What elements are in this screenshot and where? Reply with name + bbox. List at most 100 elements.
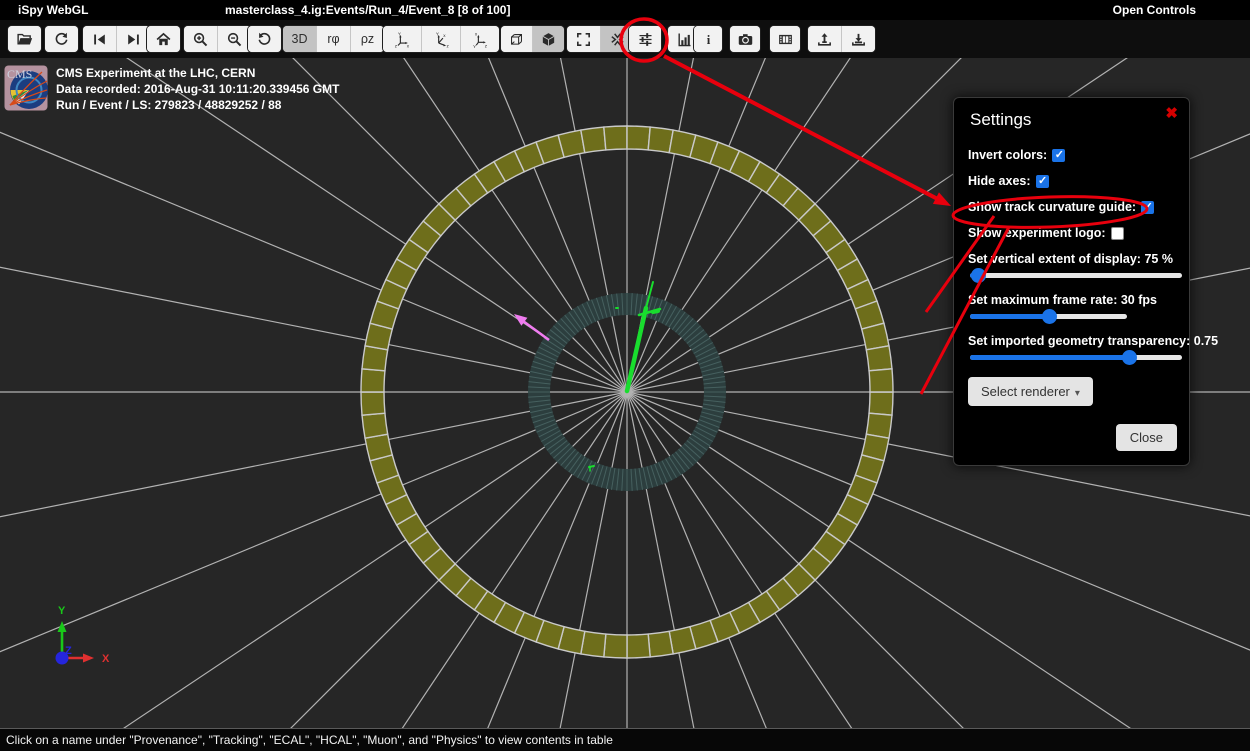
display-settings-button[interactable]	[629, 26, 661, 52]
svg-text:z: z	[484, 43, 487, 48]
previous-event-button[interactable]	[83, 26, 116, 52]
animation-button[interactable]	[770, 26, 800, 52]
ecal-segment	[866, 346, 892, 371]
vertical-extent-slider[interactable]	[970, 273, 1182, 278]
event-info-line1: CMS Experiment at the LHC, CERN	[56, 65, 339, 81]
y-axis-arrowhead	[58, 621, 67, 632]
hide-axes-row: Hide axes:	[968, 174, 1175, 188]
view-rphi-button[interactable]: rφ	[316, 26, 350, 52]
experiment-logo-row: Show experiment logo:	[968, 226, 1175, 240]
experiment-logo-label: Show experiment logo:	[968, 226, 1106, 240]
axes-view-xz-button[interactable]: x y z	[460, 26, 499, 52]
event-title: masterclass_4.ig:Events/Run_4/Event_8 [8…	[225, 3, 510, 17]
axes-view-yx-button[interactable]: Yx z	[383, 26, 421, 52]
frame-rate-label: Set maximum frame rate: 30 fps	[968, 293, 1175, 307]
track-curvature-label: Show track curvature guide:	[968, 200, 1136, 214]
svg-text:i: i	[706, 33, 710, 47]
slider-fill	[970, 314, 1049, 319]
hide-axes-checkbox[interactable]	[1036, 175, 1049, 188]
svg-text:x: x	[406, 43, 409, 48]
download-button[interactable]	[841, 26, 875, 52]
phi-grid-line	[283, 392, 627, 728]
settings-panel-title: Settings	[970, 110, 1175, 130]
select-renderer-label: Select renderer	[981, 384, 1070, 399]
phi-grid-line	[627, 392, 803, 728]
svg-text:Y: Y	[397, 31, 400, 36]
home-view-button[interactable]	[147, 26, 180, 52]
app-title: iSpy WebGL	[18, 3, 88, 17]
undo-rotation-button[interactable]	[248, 26, 281, 52]
toolbar: 3D rφ ρz Yxz Yxz	[0, 20, 1250, 58]
event-display-area[interactable]: YXZ CMS CMS Experiment at the LHC, CERN …	[0, 58, 1250, 728]
x-axis-arrowhead	[83, 654, 94, 663]
screenshot-button[interactable]	[730, 26, 760, 52]
phi-grid-line	[627, 392, 971, 728]
upload-button[interactable]	[808, 26, 841, 52]
slider-thumb[interactable]	[1122, 350, 1137, 365]
frame-rate-slider[interactable]	[970, 314, 1127, 319]
geometry-transparency-row: Set imported geometry transparency: 0.75	[968, 334, 1175, 360]
reload-button[interactable]	[45, 26, 78, 52]
next-event-button[interactable]	[116, 26, 150, 52]
phi-grid-line	[451, 392, 627, 728]
svg-text:x: x	[443, 33, 446, 38]
slider-thumb[interactable]	[1042, 309, 1057, 324]
invert-colors-label: Invert colors:	[968, 148, 1047, 162]
ecal-segment	[869, 369, 893, 392]
svg-text:y: y	[473, 43, 476, 48]
title-bar: iSpy WebGL masterclass_4.ig:Events/Run_4…	[0, 0, 1250, 20]
svg-text:CMS: CMS	[7, 67, 32, 81]
status-text: Click on a name under "Provenance", "Tra…	[6, 733, 613, 747]
ecal-segment	[648, 631, 673, 657]
geometry-transparency-slider[interactable]	[970, 355, 1182, 360]
slider-thumb[interactable]	[971, 268, 986, 283]
experiment-logo-checkbox[interactable]	[1111, 227, 1124, 240]
frame-rate-row: Set maximum frame rate: 30 fps	[968, 293, 1175, 319]
z-axis-label: Z	[65, 645, 72, 657]
hide-axes-label: Hide axes:	[968, 174, 1031, 188]
phi-grid-line	[627, 58, 971, 392]
close-button[interactable]: Close	[1116, 424, 1177, 451]
phi-grid-line	[0, 392, 627, 728]
ecal-segment	[627, 634, 650, 658]
zoom-out-button[interactable]	[217, 26, 251, 52]
track[interactable]	[653, 311, 658, 312]
wireframe-geometry-button[interactable]	[501, 26, 532, 52]
svg-text:z: z	[394, 43, 397, 48]
zoom-in-button[interactable]	[184, 26, 217, 52]
cms-logo: CMS	[4, 65, 48, 111]
x-axis-label: X	[102, 653, 110, 665]
event-info-line3: Run / Event / LS: 279823 / 48829252 / 88	[56, 97, 339, 113]
ecal-segment	[604, 634, 627, 658]
ispy-webgl-app: iSpy WebGL masterclass_4.ig:Events/Run_4…	[0, 0, 1250, 751]
open-controls-link[interactable]: Open Controls	[1113, 3, 1196, 17]
event-info-line2: Data recorded: 2016-Aug-31 10:11:20.3394…	[56, 81, 339, 97]
phi-grid-line	[0, 392, 627, 728]
phi-grid-line	[627, 58, 803, 392]
svg-text:z: z	[446, 43, 449, 48]
axes-view-yz-button[interactable]: Yxz	[421, 26, 460, 52]
svg-text:x: x	[474, 31, 477, 36]
fullscreen-button[interactable]	[567, 26, 600, 52]
select-renderer-button[interactable]: Select renderer ▾	[968, 377, 1093, 406]
ecal-segment	[361, 392, 385, 415]
view-rhoz-button[interactable]: ρz	[350, 26, 384, 52]
info-button[interactable]: i	[694, 26, 722, 52]
invert-colors-row: Invert colors:	[968, 148, 1175, 162]
solid-geometry-button[interactable]	[532, 26, 564, 52]
view-3d-button[interactable]: 3D	[283, 26, 316, 52]
event-info-block: CMS Experiment at the LHC, CERN Data rec…	[56, 65, 339, 113]
vertical-extent-label: Set vertical extent of display: 75 %	[968, 252, 1175, 266]
slider-fill	[970, 355, 1129, 360]
invert-colors-checkbox[interactable]	[1052, 149, 1065, 162]
ecal-segment	[581, 127, 606, 153]
phi-grid-line	[0, 392, 627, 728]
caret-down-icon: ▾	[1075, 388, 1080, 399]
met-arrow[interactable]	[523, 321, 549, 340]
ecal-segment	[362, 413, 388, 438]
close-icon[interactable]: ✖	[1165, 106, 1178, 121]
phi-grid-line	[451, 58, 627, 392]
open-file-button[interactable]	[8, 26, 41, 52]
ecal-segment	[869, 392, 893, 415]
track-curvature-checkbox[interactable]	[1141, 201, 1154, 214]
